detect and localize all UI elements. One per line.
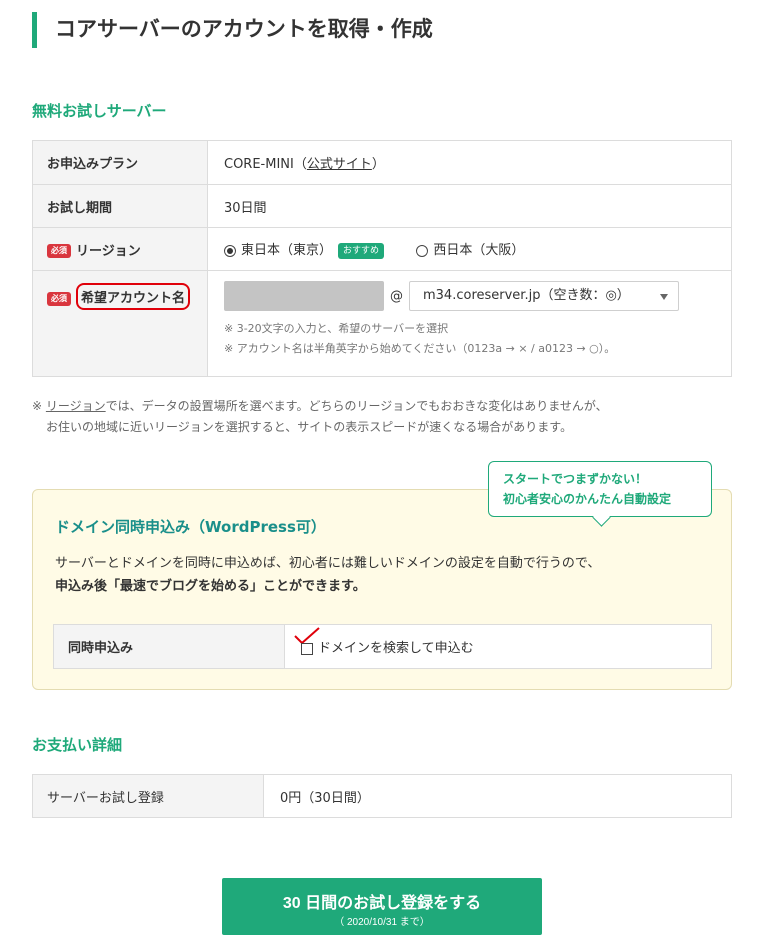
submit-main-label: 30 日間のお試し登録をする: [282, 894, 482, 912]
domain-row: 同時申込み ドメインを検索して申込む: [53, 624, 712, 669]
chevron-down-icon: [660, 294, 668, 300]
domain-table: 同時申込み ドメインを検索して申込む: [53, 624, 712, 669]
domain-checkbox-cell: ドメインを検索して申込む: [284, 624, 712, 669]
region-row: 必須 リージョン 東日本（東京） おすすめ 西日本（大阪）: [32, 227, 732, 271]
plan-value: CORE-MINI（公式サイト）: [207, 140, 732, 185]
domain-section-text: サーバーとドメインを同時に申込めば、初心者には難しいドメインの設定を自動で行うの…: [55, 556, 601, 594]
domain-section: ドメイン同時申込み（WordPress可） サーバーとドメインを同時に申込めば、…: [32, 489, 732, 690]
server-select[interactable]: m34.coreserver.jp（空き数：◎）: [409, 281, 679, 311]
domain-checkbox-label: ドメインを検索して申込む: [318, 641, 474, 656]
plan-label: お申込みプラン: [32, 140, 208, 185]
submit-deadline-label: （ 2020/10/31 まで）: [334, 916, 430, 928]
domain-checkbox[interactable]: [301, 642, 313, 655]
payment-section-title: お支払い詳細: [32, 736, 123, 754]
account-name-input[interactable]: [224, 281, 384, 311]
hint-line-1: ※ 3-20文字の入力と、希望のサーバーを選択: [224, 322, 449, 335]
payment-label: サーバーお試し登録: [32, 774, 264, 818]
trial-section-title: 無料お試しサーバー: [32, 102, 167, 120]
hint-line-2: ※ アカウント名は半角英字から始めてください（0123a → × / a0123…: [224, 342, 616, 355]
account-row: 必須 希望アカウント名 @ m34.coreserver.jp（空き数：◎） ※ 3…: [32, 270, 732, 377]
trial-register-button[interactable]: 30 日間のお試し登録をする （ 2020/10/31 まで）: [222, 878, 542, 935]
required-badge: 必須: [47, 291, 71, 306]
payment-value: 0円（30日間）: [263, 774, 732, 818]
domain-checkbox-option[interactable]: ドメインを検索して申込む: [294, 627, 474, 656]
payment-table: サーバーお試し登録 0円（30日間）: [32, 774, 732, 818]
page-title: コアサーバーのアカウントを取得・作成: [32, 12, 433, 48]
region-option-east[interactable]: 東日本（東京） おすすめ: [224, 242, 385, 259]
at-sign: @: [390, 288, 403, 304]
payment-row: サーバーお試し登録 0円（30日間）: [32, 774, 732, 818]
promo-bubble: スタートでつまずかない！ 初心者安心のかんたん自動設定: [488, 461, 712, 517]
region-link[interactable]: リージョン: [46, 399, 106, 413]
region-options: 東日本（東京） おすすめ 西日本（大阪）: [207, 227, 732, 271]
account-inputs: @ m34.coreserver.jp（空き数：◎） ※ 3-20文字の入力と、希…: [207, 270, 732, 377]
plan-row: お申込みプラン CORE-MINI（公式サイト）: [32, 140, 732, 185]
domain-section-title: ドメイン同時申込み（WordPress可）: [55, 518, 326, 536]
period-value: 30日間: [207, 184, 732, 228]
required-badge: 必須: [47, 244, 71, 258]
account-hints: ※ 3-20文字の入力と、希望のサーバーを選択 ※ アカウント名は半角英字から始…: [224, 319, 715, 359]
official-site-link[interactable]: 公式サイト: [307, 157, 372, 172]
period-row: お試し期間 30日間: [32, 184, 732, 228]
region-label-cell: 必須 リージョン: [32, 227, 208, 271]
account-label-cell: 必須 希望アカウント名: [32, 270, 208, 377]
radio-east[interactable]: [224, 244, 236, 257]
region-note: ※ リージョンでは、データの設置場所を選べます。どちらのリージョンでもおおきな変…: [32, 399, 608, 434]
account-name-label: 希望アカウント名: [76, 283, 191, 310]
radio-west[interactable]: [416, 244, 429, 257]
region-option-west[interactable]: 西日本（大阪）: [416, 243, 524, 258]
period-label: お試し期間: [32, 184, 208, 228]
recommended-badge: おすすめ: [338, 242, 385, 259]
region-label: リージョン: [76, 243, 141, 259]
trial-form-table: お申込みプラン CORE-MINI（公式サイト） お試し期間 30日間 必須 リー…: [32, 140, 732, 377]
domain-row-label: 同時申込み: [53, 624, 285, 669]
